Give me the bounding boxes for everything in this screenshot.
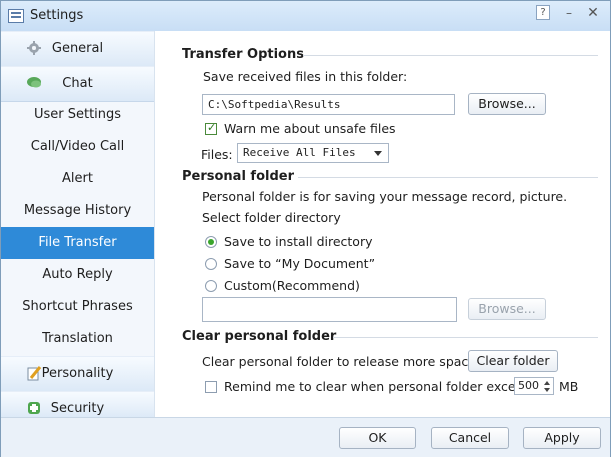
- sidebar-category-personality[interactable]: Personality: [1, 356, 154, 392]
- sidebar-category-security-label: Security: [50, 401, 105, 416]
- radio-my-document[interactable]: [205, 258, 217, 270]
- warn-unsafe-checkbox[interactable]: [205, 121, 217, 135]
- sidebar-item-alert[interactable]: Alert: [1, 163, 154, 195]
- sidebar-item-call-video-call[interactable]: Call/Video Call: [1, 131, 154, 163]
- radio-install-directory[interactable]: [205, 236, 217, 248]
- help-icon[interactable]: ?: [536, 5, 550, 20]
- window-title: Settings: [30, 8, 84, 23]
- cancel-button[interactable]: Cancel: [431, 427, 509, 449]
- transfer-options-heading: Transfer Options: [182, 47, 304, 62]
- personal-folder-heading: Personal folder: [182, 169, 295, 184]
- files-dropdown[interactable]: Receive All Files: [237, 143, 389, 163]
- section-divider: [298, 177, 598, 178]
- chevron-down-icon: [374, 151, 382, 156]
- spinner-up-icon[interactable]: [544, 381, 550, 385]
- spinner-down-icon[interactable]: [544, 388, 550, 392]
- apply-button[interactable]: Apply: [523, 427, 601, 449]
- sidebar-category-security[interactable]: Security: [1, 391, 154, 419]
- radio-install-directory-label: Save to install directory: [224, 234, 373, 249]
- radio-my-document-label: Save to “My Document”: [224, 256, 376, 271]
- clear-personal-folder-heading: Clear personal folder: [182, 329, 337, 344]
- remind-clear-checkbox[interactable]: [205, 381, 217, 393]
- save-folder-label: Save received files in this folder:: [203, 69, 408, 84]
- settings-app-icon: [8, 9, 24, 23]
- sidebar-item-message-history[interactable]: Message History: [1, 195, 154, 227]
- personal-folder-description: Personal folder is for saving your messa…: [202, 189, 568, 204]
- browse-save-folder-button[interactable]: Browse...: [468, 93, 546, 115]
- title-bar: Settings ? – ✕: [1, 1, 610, 31]
- ok-button[interactable]: OK: [339, 427, 416, 449]
- section-divider: [303, 55, 598, 56]
- sidebar-item-file-transfer[interactable]: File Transfer: [1, 227, 154, 259]
- sidebar: General Chat User Settings Call/Video Ca…: [1, 31, 155, 419]
- sidebar-category-personality-label: Personality: [41, 366, 114, 381]
- folder-size-limit-spinner[interactable]: 500: [514, 377, 554, 395]
- sidebar-category-general[interactable]: General: [1, 31, 154, 67]
- section-divider: [333, 337, 598, 338]
- sidebar-item-user-settings[interactable]: User Settings: [1, 99, 154, 131]
- clear-folder-button[interactable]: Clear folder: [468, 350, 558, 372]
- warn-unsafe-label: Warn me about unsafe files: [224, 121, 396, 136]
- select-folder-directory-label: Select folder directory: [202, 210, 341, 225]
- files-label: Files:: [201, 147, 233, 162]
- files-dropdown-value: Receive All Files: [243, 146, 356, 159]
- dialog-footer: OK Cancel Apply: [1, 417, 610, 457]
- sidebar-item-shortcut-phrases[interactable]: Shortcut Phrases: [1, 291, 154, 323]
- sidebar-category-chat[interactable]: Chat: [1, 66, 154, 102]
- settings-content: Transfer Options Save received files in …: [155, 31, 610, 417]
- sidebar-item-translation[interactable]: Translation: [1, 323, 154, 355]
- sidebar-item-auto-reply[interactable]: Auto Reply: [1, 259, 154, 291]
- folder-size-limit-value: 500: [518, 379, 539, 392]
- browse-custom-folder-button[interactable]: Browse...: [468, 298, 546, 320]
- clear-folder-description: Clear personal folder to release more sp…: [202, 354, 476, 369]
- sidebar-category-chat-label: Chat: [62, 76, 93, 91]
- settings-window: Settings ? – ✕ General Chat User Setting…: [0, 0, 611, 457]
- custom-folder-path-input[interactable]: [202, 297, 457, 322]
- minimize-icon[interactable]: –: [561, 5, 577, 21]
- radio-custom-label: Custom(Recommend): [224, 278, 360, 293]
- remind-clear-label: Remind me to clear when personal folder …: [224, 379, 532, 394]
- save-folder-path-input[interactable]: C:\Softpedia\Results: [202, 94, 455, 115]
- close-icon[interactable]: ✕: [585, 5, 601, 21]
- sidebar-category-general-label: General: [51, 41, 104, 56]
- folder-size-unit: MB: [559, 379, 579, 394]
- radio-custom[interactable]: [205, 280, 217, 292]
